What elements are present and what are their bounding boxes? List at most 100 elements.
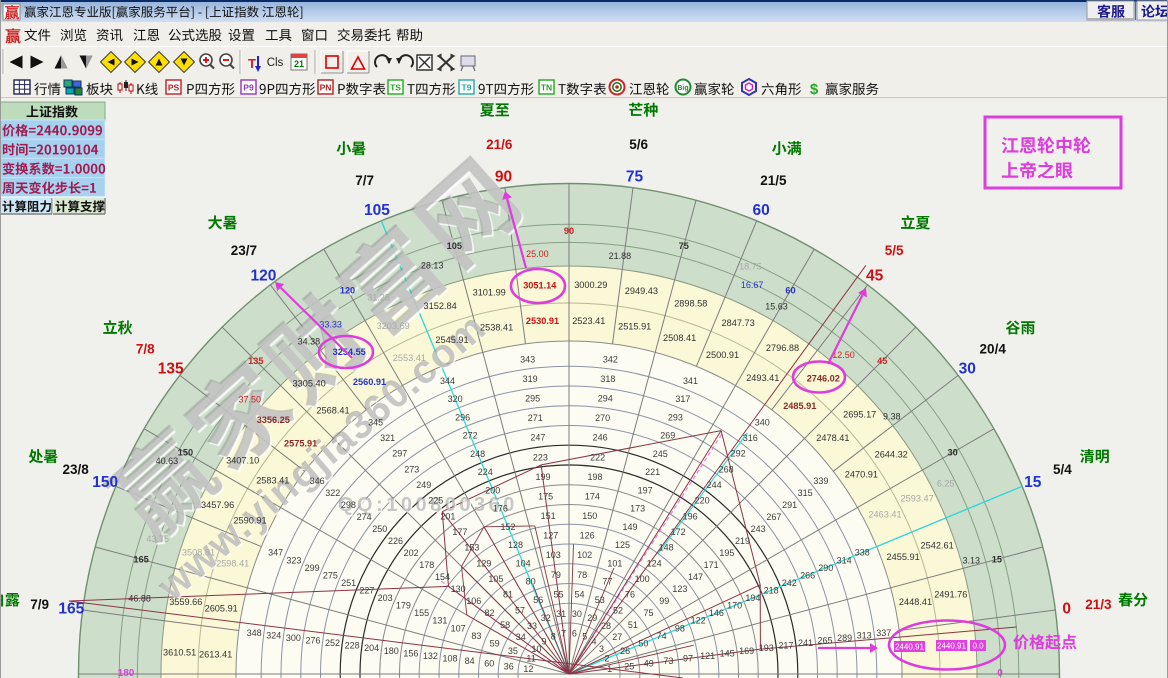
svg-text:175: 175 (538, 492, 553, 502)
svg-text:16.67: 16.67 (741, 280, 764, 290)
svg-text:43.75: 43.75 (146, 534, 169, 544)
svg-text:35: 35 (508, 646, 518, 656)
svg-text:21.88: 21.88 (609, 251, 632, 261)
svg-text:3356.25: 3356.25 (257, 415, 290, 425)
svg-text:193: 193 (759, 643, 774, 653)
svg-text:198: 198 (587, 472, 602, 482)
svg-text:266: 266 (800, 570, 815, 580)
svg-text:0.0: 0.0 (972, 642, 984, 651)
svg-text:196: 196 (683, 511, 698, 521)
svg-text:106: 106 (466, 596, 481, 606)
svg-text:314: 314 (837, 555, 852, 565)
svg-text:33: 33 (527, 621, 537, 631)
svg-text:30: 30 (572, 609, 582, 619)
svg-text:30: 30 (959, 360, 976, 377)
svg-text:11: 11 (526, 654, 535, 664)
svg-text:2448.41: 2448.41 (899, 597, 932, 607)
svg-text:316: 316 (743, 433, 758, 443)
svg-text:51: 51 (628, 620, 638, 630)
svg-text:145: 145 (720, 648, 735, 658)
svg-text:2478.41: 2478.41 (816, 433, 849, 443)
svg-text:177: 177 (452, 527, 467, 537)
svg-text:PS: PS (168, 83, 180, 93)
svg-text:21: 21 (294, 59, 304, 69)
svg-text:57: 57 (515, 605, 525, 615)
svg-text:4: 4 (591, 637, 596, 647)
svg-text:25: 25 (624, 661, 634, 671)
svg-text:T9: T9 (462, 83, 472, 93)
svg-text:243: 243 (751, 524, 766, 534)
svg-text:340: 340 (755, 417, 770, 427)
svg-text:2746.02: 2746.02 (807, 374, 840, 384)
svg-text:152: 152 (500, 522, 515, 532)
svg-text:122: 122 (691, 616, 706, 626)
svg-text:2455.91: 2455.91 (886, 552, 919, 562)
svg-text:320: 320 (448, 394, 463, 404)
svg-text:127: 127 (543, 531, 558, 541)
svg-text:56: 56 (533, 595, 543, 605)
svg-text:180: 180 (118, 668, 135, 678)
svg-text:83: 83 (471, 631, 481, 641)
svg-text:129: 129 (476, 558, 491, 568)
svg-text:289: 289 (837, 633, 852, 643)
svg-text:135: 135 (158, 360, 184, 377)
svg-text:2613.41: 2613.41 (199, 649, 232, 659)
svg-text:3407.10: 3407.10 (226, 456, 259, 466)
svg-text:339: 339 (813, 476, 828, 486)
svg-text:135: 135 (248, 356, 263, 366)
svg-text:170: 170 (727, 601, 742, 611)
svg-text:79: 79 (551, 570, 561, 580)
svg-text:3203.69: 3203.69 (377, 321, 410, 331)
svg-text:338: 338 (855, 548, 870, 558)
svg-text:148: 148 (659, 543, 674, 553)
svg-text:2523.41: 2523.41 (572, 316, 605, 326)
svg-text:3.13: 3.13 (963, 556, 981, 566)
svg-text:341: 341 (683, 376, 698, 386)
svg-text:154: 154 (435, 572, 450, 582)
svg-text:15: 15 (992, 554, 1002, 564)
svg-text:108: 108 (442, 654, 457, 664)
svg-text:165: 165 (133, 554, 148, 564)
svg-text:2538.41: 2538.41 (480, 323, 513, 333)
svg-text:84: 84 (465, 656, 475, 666)
svg-text:271: 271 (528, 413, 543, 423)
svg-text:321: 321 (380, 433, 395, 443)
svg-text:294: 294 (598, 394, 613, 404)
svg-text:121: 121 (700, 651, 715, 661)
svg-text:29: 29 (587, 613, 597, 623)
svg-text:107: 107 (451, 623, 466, 633)
svg-text:7: 7 (561, 629, 566, 639)
svg-text:9.38: 9.38 (883, 411, 901, 421)
svg-text:58: 58 (500, 620, 510, 630)
svg-text:2598.41: 2598.41 (216, 559, 249, 569)
svg-text:2898.58: 2898.58 (674, 299, 707, 309)
svg-text:299: 299 (305, 563, 320, 573)
svg-text:337: 337 (876, 628, 891, 638)
svg-text:34.38: 34.38 (298, 337, 321, 347)
svg-text:40.63: 40.63 (156, 456, 179, 466)
svg-text:150: 150 (92, 474, 118, 491)
svg-text:Big: Big (677, 85, 688, 92)
svg-text:2515.91: 2515.91 (618, 321, 651, 331)
svg-text:150: 150 (178, 448, 193, 458)
svg-text:146: 146 (709, 608, 724, 618)
svg-text:2560.91: 2560.91 (353, 377, 386, 387)
svg-text:221: 221 (645, 467, 660, 477)
svg-text:344: 344 (440, 376, 455, 386)
svg-text:5/5: 5/5 (885, 243, 904, 258)
svg-text:276: 276 (305, 636, 320, 646)
svg-text:101: 101 (607, 558, 622, 568)
svg-text:50: 50 (638, 638, 648, 648)
svg-text:3559.66: 3559.66 (169, 597, 202, 607)
svg-text:23/8: 23/8 (62, 462, 89, 477)
svg-text:28: 28 (601, 621, 611, 631)
svg-text:227: 227 (359, 586, 374, 596)
svg-text:76: 76 (625, 590, 635, 600)
svg-text:3305.40: 3305.40 (292, 379, 325, 389)
svg-text:295: 295 (525, 394, 540, 404)
svg-text:1: 1 (607, 664, 612, 674)
svg-text:2440.91: 2440.91 (895, 643, 924, 652)
svg-text:178: 178 (419, 560, 434, 570)
svg-text:6.25: 6.25 (937, 479, 955, 489)
svg-text:315: 315 (798, 488, 813, 498)
